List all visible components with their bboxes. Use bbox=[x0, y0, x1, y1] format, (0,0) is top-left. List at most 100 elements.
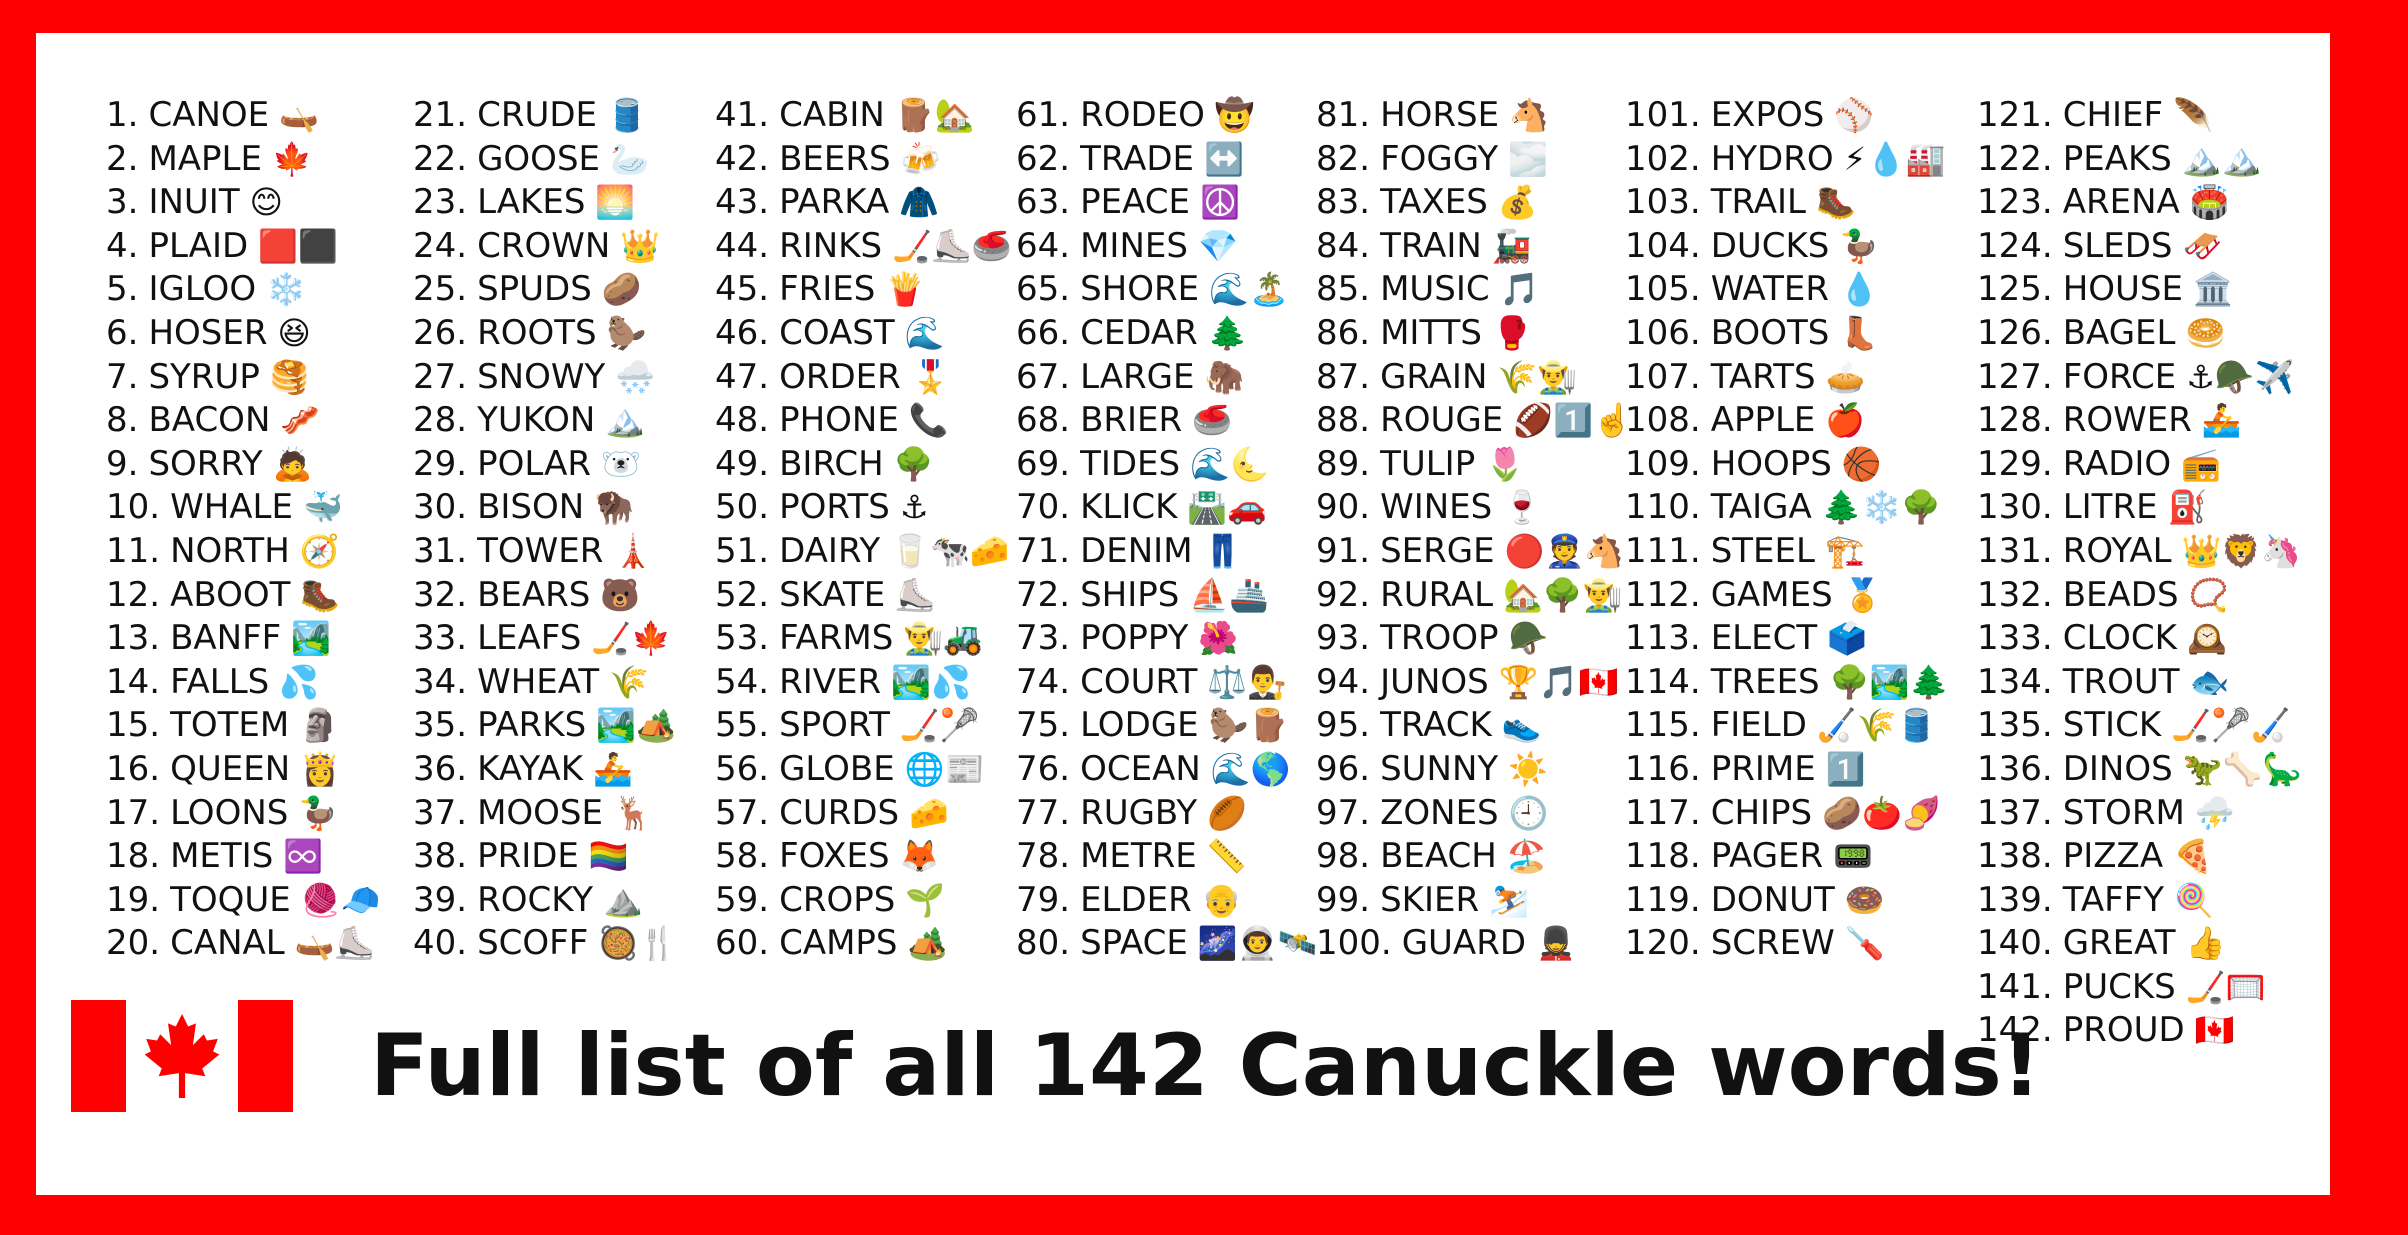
list-item: 94. JUNOS 🏆🎵🇨🇦 bbox=[1316, 661, 1633, 705]
item-emoji-icon: 🗳️ bbox=[1827, 619, 1867, 658]
item-emoji-icon: 🌌👨‍🚀🛰️ bbox=[1197, 924, 1318, 963]
item-number: 16. bbox=[106, 748, 161, 789]
item-word: BEERS bbox=[779, 138, 891, 179]
item-word: TRAIL bbox=[1710, 182, 1806, 223]
item-emoji-icon: 👟 bbox=[1501, 706, 1542, 745]
item-word: CROPS bbox=[779, 879, 896, 920]
item-word: HOOPS bbox=[1710, 443, 1832, 484]
item-word: STORM bbox=[2062, 792, 2185, 833]
item-word: ROUGE bbox=[1380, 400, 1504, 441]
item-word: HYDRO bbox=[1710, 138, 1834, 179]
item-number: 90. bbox=[1316, 487, 1371, 528]
item-emoji-icon: 💰 bbox=[1497, 183, 1538, 222]
item-emoji-icon: 🌾👨‍🌾 bbox=[1497, 357, 1578, 396]
item-emoji-icon: 😊 bbox=[249, 183, 283, 222]
list-item: 18. METIS ♾️ bbox=[106, 835, 380, 879]
item-word: TAXES bbox=[1380, 182, 1488, 223]
item-number: 31. bbox=[413, 530, 468, 571]
item-number: 104. bbox=[1625, 225, 1701, 266]
item-word: CRUDE bbox=[477, 95, 597, 135]
item-word: MITTS bbox=[1380, 312, 1482, 353]
item-number: 52. bbox=[715, 574, 770, 615]
item-number: 37. bbox=[413, 792, 468, 833]
item-word: MOOSE bbox=[477, 792, 604, 833]
item-number: 121. bbox=[1977, 95, 2053, 135]
item-number: 81. bbox=[1316, 95, 1371, 135]
item-number: 33. bbox=[413, 618, 468, 659]
item-emoji-icon: 🏒🥅 bbox=[2185, 967, 2266, 1006]
list-item: 138. PIZZA 🍕 bbox=[1977, 835, 2302, 879]
item-number: 9. bbox=[106, 443, 139, 484]
item-emoji-icon: 🎵 bbox=[1499, 270, 1540, 309]
list-item: 88. ROUGE 🏈1️⃣☝️ bbox=[1316, 399, 1633, 443]
item-number: 125. bbox=[1977, 269, 2053, 310]
item-emoji-icon: 📟 bbox=[1833, 837, 1873, 876]
item-word: HOUSE bbox=[2062, 269, 2183, 310]
item-number: 6. bbox=[106, 312, 139, 353]
item-number: 101. bbox=[1625, 95, 1701, 135]
list-item: 110. TAIGA 🌲❄️🌳 bbox=[1625, 486, 1949, 530]
item-word: CHIPS bbox=[1710, 792, 1813, 833]
item-word: KLICK bbox=[1080, 487, 1178, 528]
item-word: PROUD bbox=[2062, 1010, 2185, 1051]
item-emoji-icon: 🦬 bbox=[594, 488, 635, 527]
item-emoji-icon: 🚂 bbox=[1491, 226, 1532, 265]
list-item: 74. COURT ⚖️👨‍⚖️ bbox=[1016, 661, 1317, 705]
item-word: ZONES bbox=[1380, 792, 1499, 833]
item-word: ROCKY bbox=[477, 879, 594, 920]
list-item: 31. TOWER 🗼 bbox=[413, 530, 678, 574]
item-word: PIZZA bbox=[2062, 836, 2164, 877]
item-number: 73. bbox=[1016, 618, 1071, 659]
item-word: DUCKS bbox=[1710, 225, 1830, 266]
item-emoji-icon: 🍻 bbox=[900, 139, 941, 178]
item-emoji-icon: 👢 bbox=[1839, 313, 1880, 352]
list-item: 99. SKIER ⛷️ bbox=[1316, 879, 1633, 923]
item-number: 23. bbox=[413, 182, 468, 223]
list-item: 44. RINKS 🏒⛸️🥌 bbox=[715, 225, 1012, 269]
list-item: 130. LITRE ⛽ bbox=[1977, 486, 2302, 530]
item-word: ROOTS bbox=[477, 312, 597, 353]
item-emoji-icon: 🐳 bbox=[302, 488, 343, 527]
item-number: 29. bbox=[413, 443, 468, 484]
item-emoji-icon: 🇨🇦 bbox=[2194, 1011, 2235, 1050]
item-emoji-icon: 🛶⛸️ bbox=[294, 924, 375, 963]
item-number: 55. bbox=[715, 705, 770, 746]
list-item: 100. GUARD 💂 bbox=[1316, 922, 1633, 966]
item-number: 69. bbox=[1016, 443, 1071, 484]
item-number: 132. bbox=[1977, 574, 2053, 615]
item-word: BIRCH bbox=[779, 443, 884, 484]
item-word: YUKON bbox=[477, 400, 596, 441]
item-word: CHIEF bbox=[2062, 95, 2164, 135]
item-number: 134. bbox=[1977, 661, 2053, 702]
list-item: 53. FARMS 👨‍🌾🚜 bbox=[715, 617, 1012, 661]
item-emoji-icon: ⛰️ bbox=[603, 880, 643, 919]
item-number: 15. bbox=[106, 705, 161, 746]
item-word: WATER bbox=[1710, 269, 1829, 310]
item-emoji-icon: ⚖️👨‍⚖️ bbox=[1207, 662, 1288, 701]
list-item: 62. TRADE ↔️ bbox=[1016, 138, 1317, 182]
item-emoji-icon: 🐻 bbox=[600, 575, 641, 614]
item-number: 50. bbox=[715, 487, 770, 528]
word-column: 1. CANOE 🛶 2. MAPLE 🍁 3. INUIT 😊 4. PLAID 🟥⬛ 5. IGLOO… bbox=[106, 94, 380, 966]
item-number: 62. bbox=[1016, 138, 1071, 179]
list-item: 140. GREAT 👍 bbox=[1977, 922, 2302, 966]
item-number: 87. bbox=[1316, 356, 1371, 397]
item-word: RURAL bbox=[1380, 574, 1494, 615]
item-word: TULIP bbox=[1380, 443, 1476, 484]
item-emoji-icon: 🍩 bbox=[1844, 880, 1885, 919]
item-word: PHONE bbox=[779, 400, 899, 441]
item-word: PEACE bbox=[1080, 182, 1190, 223]
list-item: 115. FIELD 🏑🌾🛢️ bbox=[1625, 704, 1949, 748]
item-emoji-icon: 🏞️ bbox=[291, 619, 332, 658]
item-word: LITRE bbox=[2062, 487, 2158, 528]
item-word: PLAID bbox=[148, 225, 249, 266]
list-item: 58. FOXES 🦊 bbox=[715, 835, 1012, 879]
item-word: SCOFF bbox=[477, 923, 589, 964]
item-word: FARMS bbox=[779, 618, 894, 659]
item-emoji-icon: 🦌 bbox=[613, 793, 653, 832]
list-item: 48. PHONE 📞 bbox=[715, 399, 1012, 443]
item-number: 46. bbox=[715, 312, 770, 353]
item-emoji-icon: 🏔️🏔️ bbox=[2181, 139, 2262, 178]
item-number: 102. bbox=[1625, 138, 1701, 179]
item-word: LARGE bbox=[1080, 356, 1195, 397]
